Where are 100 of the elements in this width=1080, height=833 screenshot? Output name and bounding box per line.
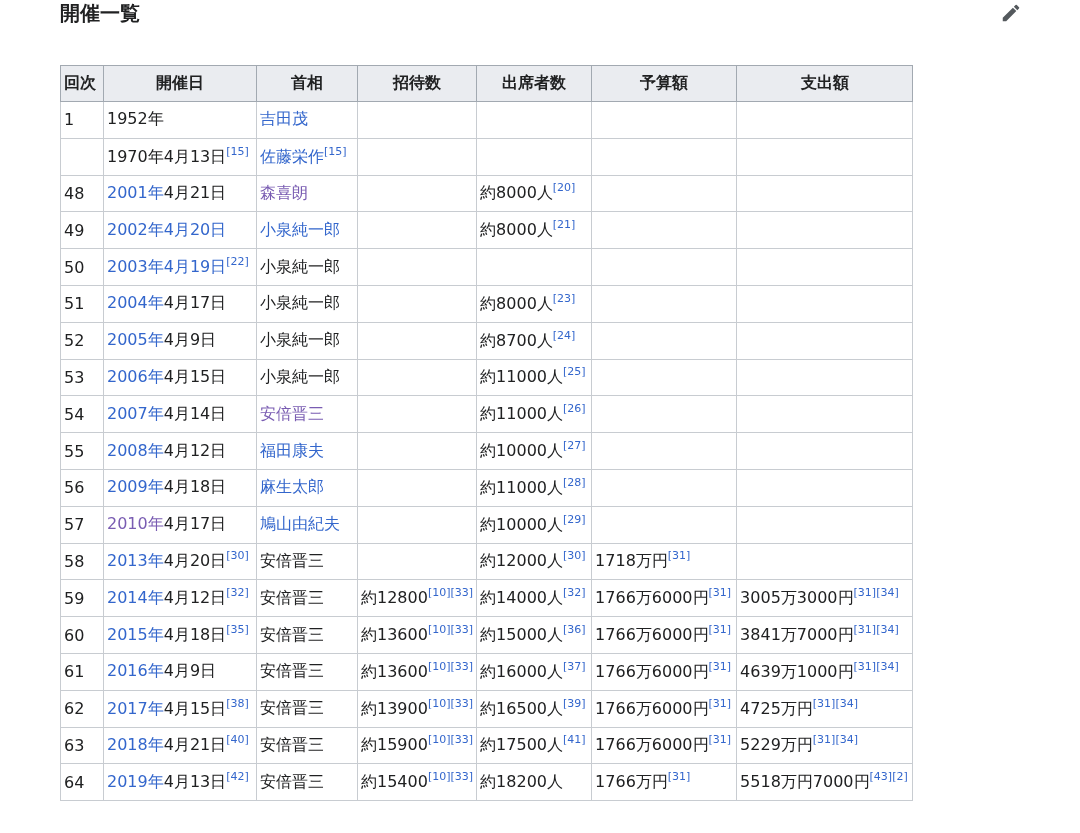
footnote-link[interactable]: [31] [708, 623, 732, 637]
footnote-link[interactable]: [34] [835, 696, 858, 710]
cell-text: 1766万6000円 [595, 735, 709, 755]
footnote-link[interactable]: [33] [450, 770, 474, 784]
cell-text: 4月18日 [163, 477, 227, 497]
link[interactable]: 2001年 [107, 183, 164, 202]
column-header: 出席者数 [476, 65, 592, 102]
link[interactable]: 2007年 [107, 403, 164, 423]
cell-text: 安倍晋三 [260, 587, 324, 607]
cell-text: 49 [64, 220, 85, 240]
footnote-link[interactable]: [34] [876, 586, 899, 600]
footnote-link[interactable]: [27] [563, 439, 586, 453]
link[interactable]: 2018年 [107, 735, 164, 755]
footnote-link[interactable]: [31] [853, 586, 877, 600]
cell-text: 約17500人 [480, 735, 563, 755]
footnote-link[interactable]: [25] [563, 365, 586, 379]
footnote-link[interactable]: [36] [563, 623, 586, 637]
footnote-link[interactable]: [31] [812, 733, 836, 747]
footnote-link[interactable]: [39] [563, 696, 586, 710]
footnote-link[interactable]: [31] [708, 696, 732, 710]
footnote-link[interactable]: [41] [563, 733, 586, 747]
footnote-link[interactable]: [15] [324, 144, 347, 158]
footnote-link[interactable]: [30] [563, 549, 586, 563]
footnote-link[interactable]: [29] [563, 512, 586, 526]
footnote-link[interactable]: [38] [226, 696, 249, 710]
cell-text: 4月12日 [163, 440, 227, 460]
link[interactable]: 2005年 [107, 330, 164, 350]
cell-text: 安倍晋三 [260, 734, 324, 754]
footnote-link[interactable]: [34] [876, 659, 899, 673]
link[interactable]: 2014年 [107, 588, 164, 608]
link[interactable]: 2009年 [107, 477, 164, 497]
link[interactable]: 2016年 [107, 661, 164, 681]
footnote-link[interactable]: [24] [552, 328, 576, 342]
footnote-link[interactable]: [31] [708, 733, 732, 747]
footnote-link[interactable]: [33] [450, 659, 474, 673]
footnote-link[interactable]: [20] [552, 181, 576, 195]
footnote-link[interactable]: [43] [869, 770, 893, 784]
link[interactable]: 佐藤栄作 [260, 146, 324, 166]
footnote-link[interactable]: [28] [563, 475, 586, 489]
footnote-link[interactable]: [37] [563, 659, 586, 673]
cell-text: 4月21日 [163, 735, 227, 755]
footnote-link[interactable]: [22] [226, 255, 249, 269]
cell-text: 53 [64, 367, 85, 387]
cell-text: 1766万6000円 [595, 625, 709, 645]
footnote-link[interactable]: [10] [427, 696, 451, 710]
cell-text: 60 [64, 625, 85, 645]
footnote-link[interactable]: [33] [450, 623, 474, 637]
footnote-link[interactable]: [33] [450, 696, 474, 710]
footnote-link[interactable]: [32] [226, 586, 249, 600]
cell-text: 1970年4月13日 [107, 146, 227, 166]
footnote-link[interactable]: [2] [892, 770, 908, 784]
footnote-link[interactable]: [31] [853, 623, 877, 637]
cell-text: 1766万6000円 [595, 661, 709, 681]
footnote-link[interactable]: [42] [226, 770, 249, 784]
footnote-link[interactable]: [31] [667, 770, 691, 784]
cell-text: 1952年 [107, 109, 164, 129]
footnote-link[interactable]: [34] [835, 733, 858, 747]
cell-text: 約13600 [361, 625, 428, 645]
cell-text: 59 [64, 588, 85, 608]
cell-text: 4月18日 [163, 625, 227, 645]
cell-text: 4月17日 [163, 293, 227, 313]
footnote-link[interactable]: [34] [876, 623, 899, 637]
cell-text: 4725万円 [740, 698, 813, 718]
footnote-link[interactable]: [10] [427, 770, 451, 784]
link[interactable]: 2006年 [107, 366, 164, 386]
link[interactable]: 2010年 [107, 514, 164, 534]
footnote-link[interactable]: [40] [226, 733, 249, 747]
footnote-link[interactable]: [33] [450, 733, 474, 747]
link[interactable]: 2008年 [107, 440, 164, 460]
cell-text: 約18200人 [480, 771, 563, 791]
footnote-link[interactable]: [30] [226, 549, 249, 563]
footnote-link[interactable]: [31] [708, 659, 732, 673]
footnote-link[interactable]: [15] [226, 144, 249, 158]
cell-text: 約14000人 [480, 588, 563, 608]
footnote-link[interactable]: [23] [552, 291, 576, 305]
footnote-link[interactable]: [10] [427, 586, 451, 600]
link[interactable]: 2019年 [107, 772, 164, 792]
footnote-link[interactable]: [21] [552, 218, 576, 232]
footnote-link[interactable]: [31] [708, 586, 732, 600]
footnote-link[interactable]: [33] [450, 586, 474, 600]
link[interactable]: 2003年4月19日 [107, 257, 227, 277]
footnote-link[interactable]: [32] [563, 586, 586, 600]
link[interactable]: 2004年 [107, 293, 164, 313]
footnote-link[interactable]: [31] [812, 696, 836, 710]
pencil-icon[interactable] [1000, 2, 1022, 24]
footnote-link[interactable]: [31] [667, 549, 691, 563]
cell-text: 64 [64, 772, 85, 792]
footnote-link[interactable]: [35] [226, 623, 249, 637]
link[interactable]: 2015年 [107, 625, 164, 645]
footnote-link[interactable]: [10] [427, 659, 451, 673]
cell-text: 4月12日 [163, 588, 227, 608]
footnote-link[interactable]: [10] [427, 733, 451, 747]
footnote-link[interactable]: [10] [427, 623, 451, 637]
cell-text: 4月21日 [163, 183, 227, 202]
cell-text: 1718万円 [595, 551, 668, 571]
footnote-link[interactable]: [31] [853, 659, 877, 673]
cell-text: 約16500人 [480, 698, 563, 718]
footnote-link[interactable]: [26] [563, 402, 586, 416]
link[interactable]: 2013年 [107, 551, 164, 571]
link[interactable]: 2017年 [107, 698, 164, 718]
